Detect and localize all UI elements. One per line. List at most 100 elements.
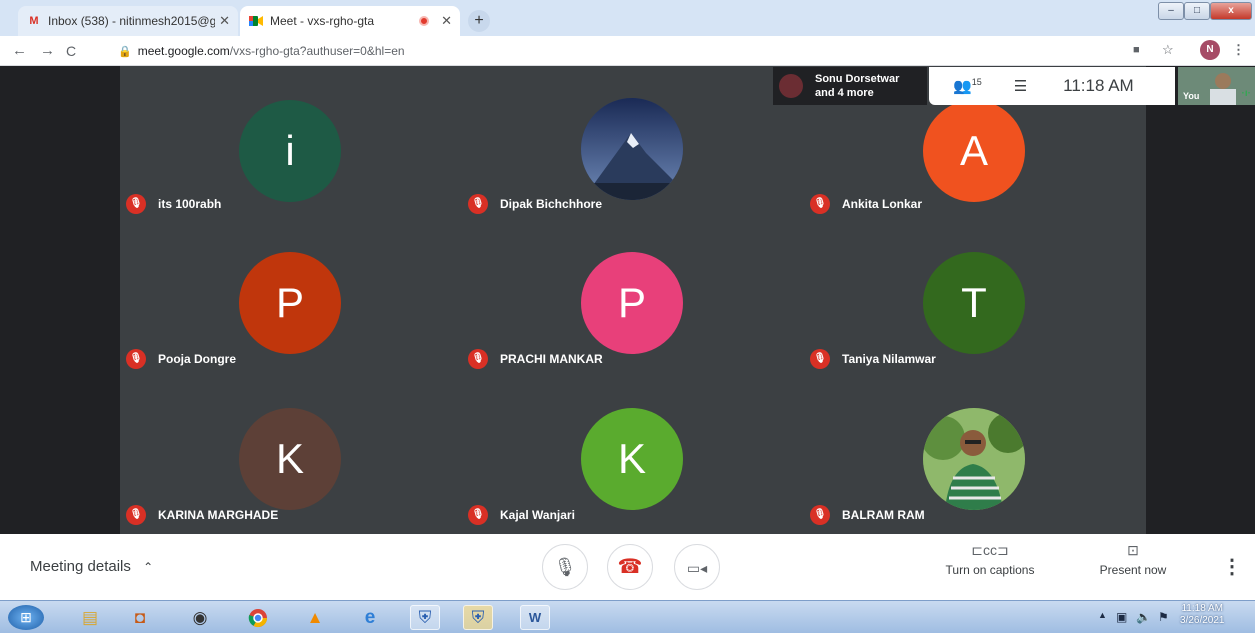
- participant-photo: [581, 98, 683, 200]
- participant-tile[interactable]: P 🎙 Pooja Dongre: [120, 222, 462, 378]
- speaker-avatar: [779, 74, 803, 98]
- participant-avatar: P: [239, 252, 341, 354]
- meeting-details-button[interactable]: Meeting details ⌃: [30, 558, 153, 575]
- participant-name: PRACHI MANKAR: [500, 352, 603, 366]
- back-icon[interactable]: ←: [12, 42, 27, 59]
- action-center-flag-icon[interactable]: ⚑: [1158, 610, 1169, 624]
- participant-avatar: P: [581, 252, 683, 354]
- browser-menu-icon[interactable]: ⋮: [1232, 42, 1245, 58]
- url-path: /vxs-rgho-gta?authuser=0&hl=en: [229, 44, 405, 58]
- more-options-icon[interactable]: ⋮: [1222, 554, 1242, 579]
- security-shield-icon[interactable]: ⛨: [410, 605, 440, 630]
- close-window-button[interactable]: x: [1210, 2, 1252, 20]
- address-bar-row: ← → C 🔒 meet.google.com/vxs-rgho-gta?auth…: [0, 36, 1255, 66]
- participant-name: KARINA MARGHADE: [158, 508, 279, 522]
- vlc-icon[interactable]: ▲: [300, 605, 330, 630]
- url-field[interactable]: 🔒 meet.google.com/vxs-rgho-gta?authuser=0…: [118, 44, 405, 58]
- forward-icon[interactable]: →: [40, 42, 55, 59]
- participant-name: Taniya Nilamwar: [842, 352, 936, 366]
- present-label: Present now: [1099, 563, 1167, 577]
- chat-icon[interactable]: ☰: [1014, 77, 1027, 95]
- mic-off-icon: 🎙: [810, 349, 830, 369]
- app-icon[interactable]: ◉: [185, 605, 215, 630]
- windows-taskbar: ⊞ ▤ ◘ ◉ ▲ e ⛨ ⛨ W ▲ ▣ 🔈 ⚑: [0, 600, 1255, 633]
- new-tab-button[interactable]: +: [468, 10, 490, 32]
- participant-name: Pooja Dongre: [158, 352, 237, 366]
- file-explorer-icon[interactable]: ▤: [75, 605, 105, 630]
- participant-tile[interactable]: P 🎙 PRACHI MANKAR: [462, 222, 804, 378]
- browser-tab-strip: M Inbox (538) - nitinmesh2015@g ✕ Meet -…: [0, 0, 1255, 36]
- lock-icon: 🔒: [118, 46, 132, 58]
- video-camera-icon: ▭◂: [686, 560, 708, 576]
- participants-icon[interactable]: 👥15: [953, 77, 982, 95]
- close-tab-icon[interactable]: ✕: [219, 13, 230, 29]
- participant-tile[interactable]: 🎙 Dipak Bichchhore: [462, 66, 804, 222]
- close-tab-icon[interactable]: ✕: [441, 13, 452, 29]
- tab-title: Inbox (538) - nitinmesh2015@g: [48, 14, 216, 28]
- outlook-icon[interactable]: ◘: [125, 605, 155, 630]
- hang-up-icon: ☎: [617, 556, 643, 578]
- chrome-icon[interactable]: [243, 605, 273, 630]
- participant-tile[interactable]: i 🎙 its 100rabh: [120, 66, 462, 222]
- system-clock[interactable]: 11:18 AM 3/26/2021: [1180, 603, 1225, 627]
- participant-tile[interactable]: K 🎙 KARINA MARGHADE: [120, 378, 462, 534]
- meet-icon: [248, 14, 264, 28]
- network-icon[interactable]: ▣: [1116, 610, 1127, 624]
- audio-level-icon: ·ı·: [1241, 88, 1251, 99]
- volume-icon[interactable]: 🔈: [1136, 610, 1151, 624]
- tab-gmail[interactable]: M Inbox (538) - nitinmesh2015@g ✕: [18, 6, 238, 36]
- camera-in-use-icon[interactable]: ■: [1133, 44, 1140, 56]
- chevron-up-icon: ⌃: [143, 560, 154, 574]
- participant-avatar: A: [923, 100, 1025, 202]
- self-view-tile[interactable]: You ·ı·: [1178, 67, 1255, 105]
- captions-label: Turn on captions: [945, 563, 1035, 577]
- mic-off-icon: 🎙: [468, 194, 488, 214]
- meeting-details-label: Meeting details: [30, 558, 131, 575]
- start-button-icon[interactable]: ⊞: [8, 605, 44, 630]
- self-label: You: [1183, 91, 1200, 101]
- leave-call-button[interactable]: ☎: [607, 544, 653, 590]
- internet-explorer-icon[interactable]: e: [355, 605, 385, 630]
- tab-meet[interactable]: Meet - vxs-rgho-gta ✕: [240, 6, 460, 36]
- minimize-button[interactable]: –: [1158, 2, 1184, 20]
- participant-avatar: K: [581, 408, 683, 510]
- mic-off-icon: 🎙: [810, 505, 830, 525]
- present-now-button[interactable]: ⊡ Present now: [1095, 542, 1171, 577]
- maximize-button[interactable]: □: [1184, 2, 1210, 20]
- meet-info-bar: 👥15 ☰ 11:18 AM: [929, 67, 1175, 105]
- clock-date: 3/26/2021: [1180, 615, 1225, 626]
- participant-grid: i 🎙 its 100rabh 🎙 Dipak Bichchhore A 🎙 Anki…: [120, 66, 1146, 534]
- microphone-button[interactable]: 🎙: [542, 544, 588, 590]
- participant-name: Dipak Bichchhore: [500, 197, 603, 211]
- active-speaker-indicator[interactable]: Sonu Dorsetwar and 4 more: [773, 67, 927, 105]
- gmail-icon: M: [29, 15, 39, 27]
- tray-expand-icon[interactable]: ▲: [1098, 610, 1107, 620]
- mic-off-icon: 🎙: [810, 194, 830, 214]
- speaker-more: and 4 more: [815, 87, 874, 99]
- participant-tile[interactable]: T 🎙 Taniya Nilamwar: [804, 222, 1146, 378]
- present-screen-icon: ⊡: [1127, 542, 1139, 558]
- participant-tile[interactable]: 🎙 BALRAM RAM: [804, 378, 1146, 534]
- participant-name: Kajal Wanjari: [500, 508, 575, 522]
- recording-indicator-icon: [419, 16, 430, 26]
- participant-name: Ankita Lonkar: [842, 197, 923, 211]
- profile-avatar[interactable]: N: [1200, 40, 1220, 60]
- speaker-name: Sonu Dorsetwar: [815, 73, 900, 85]
- meet-control-bar: Meeting details ⌃ 🎙 ☎ ▭◂ ⊏cc⊐ Turn on ca…: [0, 534, 1255, 600]
- mic-icon: 🎙: [553, 557, 577, 577]
- bookmark-star-icon[interactable]: ☆: [1162, 42, 1174, 58]
- camera-button[interactable]: ▭◂: [674, 544, 720, 590]
- participant-tile[interactable]: K 🎙 Kajal Wanjari: [462, 378, 804, 534]
- mic-off-icon: 🎙: [468, 505, 488, 525]
- mic-off-icon: 🎙: [126, 194, 146, 214]
- captions-button[interactable]: ⊏cc⊐ Turn on captions: [940, 542, 1040, 577]
- participants-count: 15: [971, 77, 982, 87]
- mic-off-icon: 🎙: [468, 349, 488, 369]
- participant-photo: [923, 408, 1025, 510]
- participant-avatar: i: [239, 100, 341, 202]
- security-shield-icon[interactable]: ⛨: [463, 605, 493, 630]
- mic-off-icon: 🎙: [126, 349, 146, 369]
- reload-icon[interactable]: C: [66, 43, 76, 59]
- word-icon[interactable]: W: [520, 605, 550, 630]
- participant-name: its 100rabh: [158, 197, 222, 211]
